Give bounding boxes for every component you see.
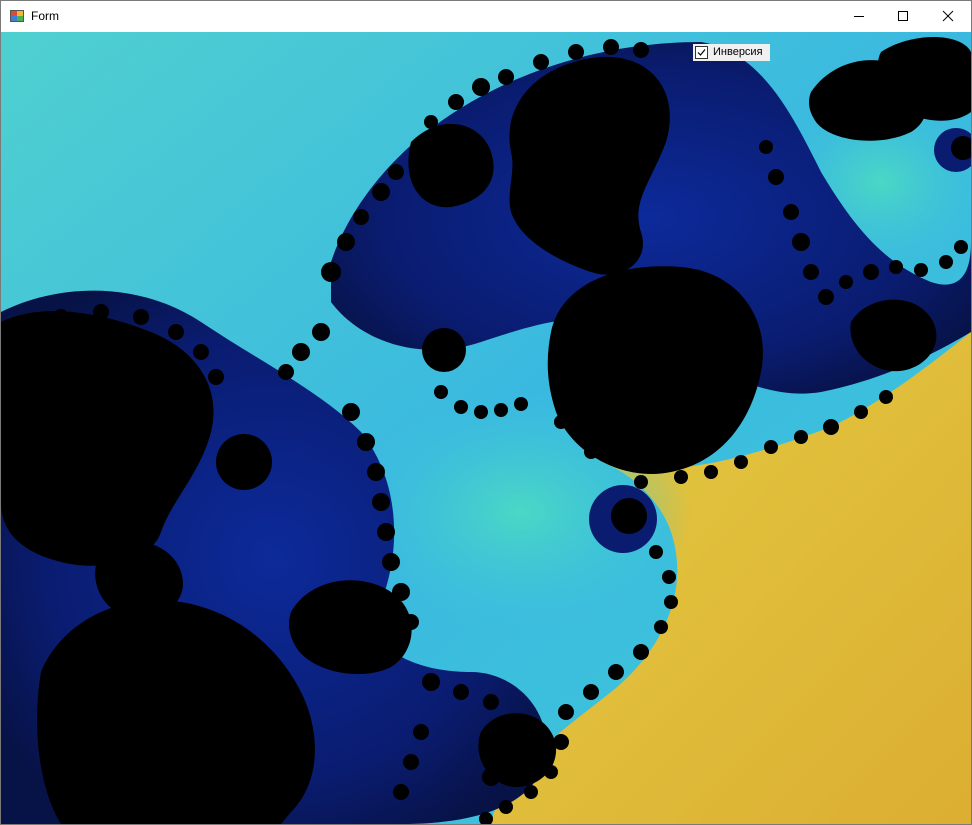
title-bar[interactable]: Form [1,1,971,31]
minimize-button[interactable] [836,1,882,31]
checkmark-icon [697,49,706,56]
maximize-icon [898,11,908,21]
fractal-image [1,32,971,824]
close-icon [942,10,954,22]
minimize-icon [854,16,864,17]
window-title: Form [31,9,59,23]
windows-form-icon [10,9,24,23]
fractal-canvas[interactable]: Инверсия [1,32,971,824]
close-button[interactable] [925,1,971,31]
checkbox-box[interactable] [695,46,708,59]
inversion-checkbox[interactable]: Инверсия [693,44,770,61]
form-window: Form Инверсия [0,0,972,825]
inversion-checkbox-label: Инверсия [713,46,763,58]
maximize-button[interactable] [880,1,926,31]
